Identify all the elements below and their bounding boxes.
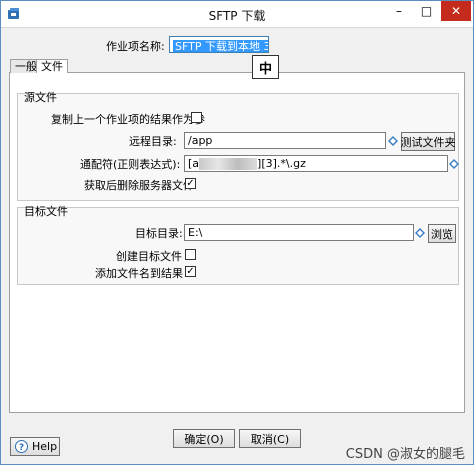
help-button[interactable]: ? Help [10,437,60,456]
target-dir-label: 目标目录: [135,227,183,240]
wildcard-prefix: [a [188,157,200,170]
target-files-group: 目标文件 目标目录: E:\ 浏览 创建目标文件 添加文件名到结果 ✓ [17,205,459,285]
variable-diamond-icon[interactable] [415,228,425,238]
job-name-value: SFTP 下载到本地 3 [173,40,268,52]
maximize-button[interactable]: □ [413,1,440,21]
cancel-button[interactable]: 取消(C) [239,429,301,448]
wildcard-input[interactable]: [a ][3].*\.gz [184,155,448,172]
delete-after-label: 获取后删除服务器文件 [84,179,194,192]
remote-dir-input[interactable]: /app [184,132,386,149]
job-name-input[interactable]: SFTP 下载到本地 3 [169,36,269,53]
minimize-button[interactable]: – [385,1,413,21]
job-name-label: 作业项名称: [106,40,165,53]
close-button[interactable]: ✕ [441,1,471,21]
copy-prev-results-checkbox[interactable] [191,112,202,123]
add-to-result-checkbox[interactable]: ✓ [185,266,196,277]
target-dir-input[interactable]: E:\ [184,224,414,241]
wildcard-label: 通配符(正则表达式): [80,158,181,171]
browse-button[interactable]: 浏览 [428,224,456,243]
wildcard-suffix: ][3].*\.gz [257,157,306,170]
files-tab-panel: 源文件 复制上一个作业项的结果作为参 远程目录: /app 测试文件夹 通配符(… [9,73,465,413]
sftp-download-dialog: SFTP 下载 – □ ✕ 作业项名称: SFTP 下载到本地 3 一般 文件 … [0,0,474,465]
copy-prev-results-label: 复制上一个作业项的结果作为参 [51,113,205,126]
svg-text:?: ? [19,443,24,453]
test-folder-button[interactable]: 测试文件夹 [401,132,456,151]
source-group-title: 源文件 [24,91,57,104]
variable-diamond-icon[interactable] [449,159,459,169]
create-target-label: 创建目标文件 [116,250,182,263]
add-to-result-label: 添加文件名到结果 [95,267,183,280]
create-target-checkbox[interactable] [185,249,196,260]
delete-after-checkbox[interactable]: ✓ [185,178,196,189]
redacted-block [199,158,258,170]
remote-dir-label: 远程目录: [129,135,177,148]
target-group-title: 目标文件 [24,205,68,218]
title-bar[interactable]: SFTP 下载 – □ ✕ [1,1,473,28]
csdn-watermark: CSDN @淑女的腿毛 [345,447,465,462]
source-files-group: 源文件 复制上一个作业项的结果作为参 远程目录: /app 测试文件夹 通配符(… [17,91,459,201]
help-label: Help [32,440,58,453]
help-icon: ? [15,440,28,453]
ime-indicator: 中 [252,55,279,79]
ok-button[interactable]: 确定(O) [173,429,235,448]
variable-diamond-icon[interactable] [388,136,398,146]
